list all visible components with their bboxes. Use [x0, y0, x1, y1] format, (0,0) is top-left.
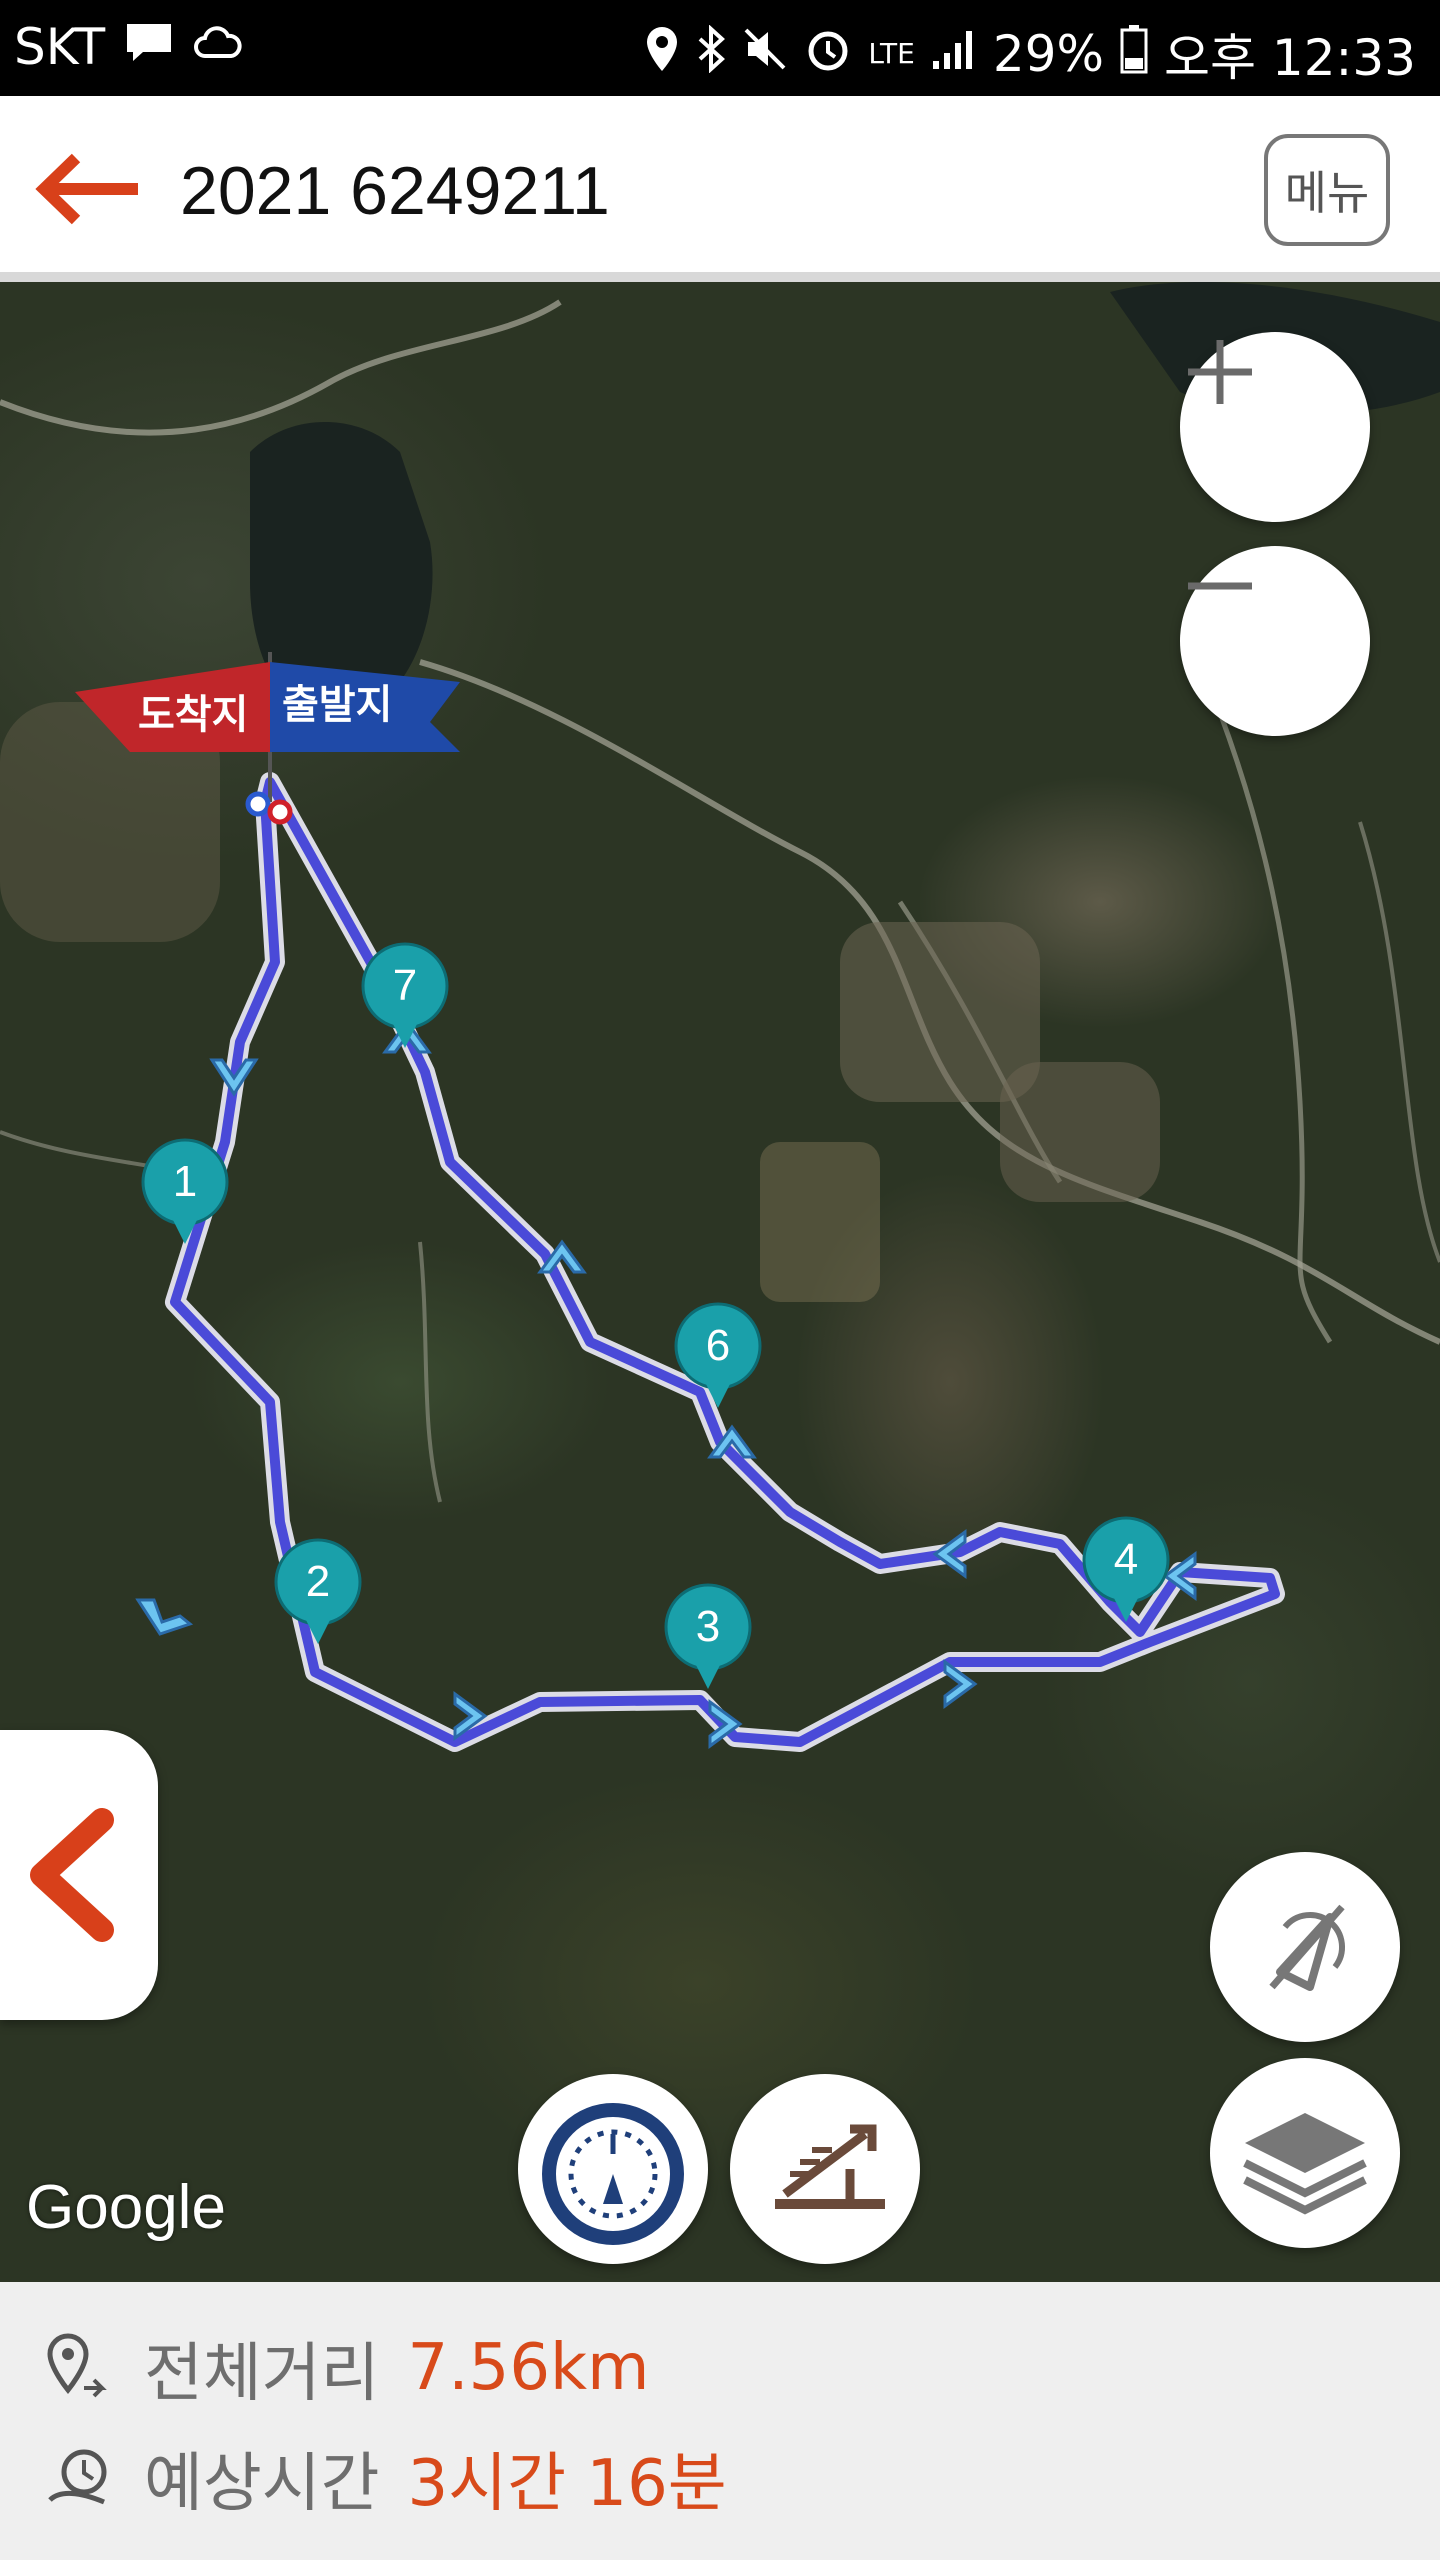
distance-pin-icon	[47, 2333, 107, 2398]
status-bar: SKT LTE 29% 오후 12:33	[0, 0, 1440, 96]
time-row: 예상시간 3시간 16분	[44, 2432, 727, 2524]
status-bar-right: LTE 29% 오후 12:33	[644, 18, 1416, 90]
waypoint-marker-1[interactable]: 1	[143, 1140, 227, 1224]
clock: 오후 12:33	[1164, 29, 1416, 87]
side-panel-toggle[interactable]	[0, 1730, 158, 2020]
zoom-out-button[interactable]	[1180, 546, 1370, 736]
zoom-in-icon	[1188, 340, 1252, 404]
zoom-in-button[interactable]	[1180, 332, 1370, 522]
waypoint-marker-6[interactable]: 6	[676, 1304, 760, 1388]
clock-icon	[48, 2449, 107, 2505]
back-button[interactable]	[30, 144, 150, 234]
battery-percent: 29%	[992, 25, 1104, 83]
distance-row: 전체거리 7.56km	[44, 2322, 649, 2414]
signal-icon	[931, 27, 977, 82]
bluetooth-icon	[696, 23, 726, 84]
waypoint-marker-3[interactable]: 3	[666, 1585, 750, 1669]
mute-icon	[742, 26, 788, 83]
location-icon	[644, 25, 680, 84]
back-arrow-icon	[35, 153, 138, 225]
compass-button[interactable]	[1210, 1852, 1400, 2042]
zoom-out-icon	[1188, 582, 1252, 590]
message-icon	[123, 20, 175, 75]
map-view[interactable]: 도착지 출발지 1 2 3 4 6 7 Google	[0, 282, 1440, 2282]
status-bar-left: SKT	[14, 18, 243, 76]
battery-icon	[1120, 24, 1148, 85]
alarm-icon	[804, 25, 852, 84]
speedometer-icon	[542, 2103, 684, 2245]
speed-button[interactable]	[518, 2074, 708, 2264]
end-flag-label: 도착지	[138, 692, 249, 738]
elevation-icon	[775, 2124, 885, 2209]
cloud-icon	[193, 22, 243, 73]
network-label: LTE	[868, 37, 915, 70]
time-value: 3시간 16분	[407, 2447, 727, 2521]
distance-label: 전체거리	[144, 2337, 380, 2411]
waypoint-marker-2[interactable]: 2	[276, 1540, 360, 1624]
layers-icon	[1243, 2113, 1367, 2215]
carrier-label: SKT	[14, 18, 106, 76]
elevation-button[interactable]	[730, 2074, 920, 2264]
chevron-left-icon	[30, 1808, 114, 1942]
start-flag-label: 출발지	[282, 682, 393, 728]
menu-button[interactable]: 메뉴	[1264, 134, 1390, 246]
app-header: 2021 6249211 메뉴	[0, 96, 1440, 282]
waypoint-marker-4[interactable]: 4	[1084, 1518, 1168, 1602]
direction-arrow	[135, 1598, 194, 1636]
waypoint-marker-7[interactable]: 7	[363, 944, 447, 1028]
compass-off-icon	[1269, 1904, 1345, 1991]
google-logo: Google	[26, 2173, 226, 2242]
time-label: 예상시간	[144, 2447, 380, 2521]
layers-button[interactable]	[1210, 2058, 1400, 2248]
route-summary-panel: 전체거리 7.56km 예상시간 3시간 16분	[0, 2282, 1440, 2560]
page-title: 2021 6249211	[180, 153, 610, 229]
distance-value: 7.56km	[407, 2331, 650, 2405]
